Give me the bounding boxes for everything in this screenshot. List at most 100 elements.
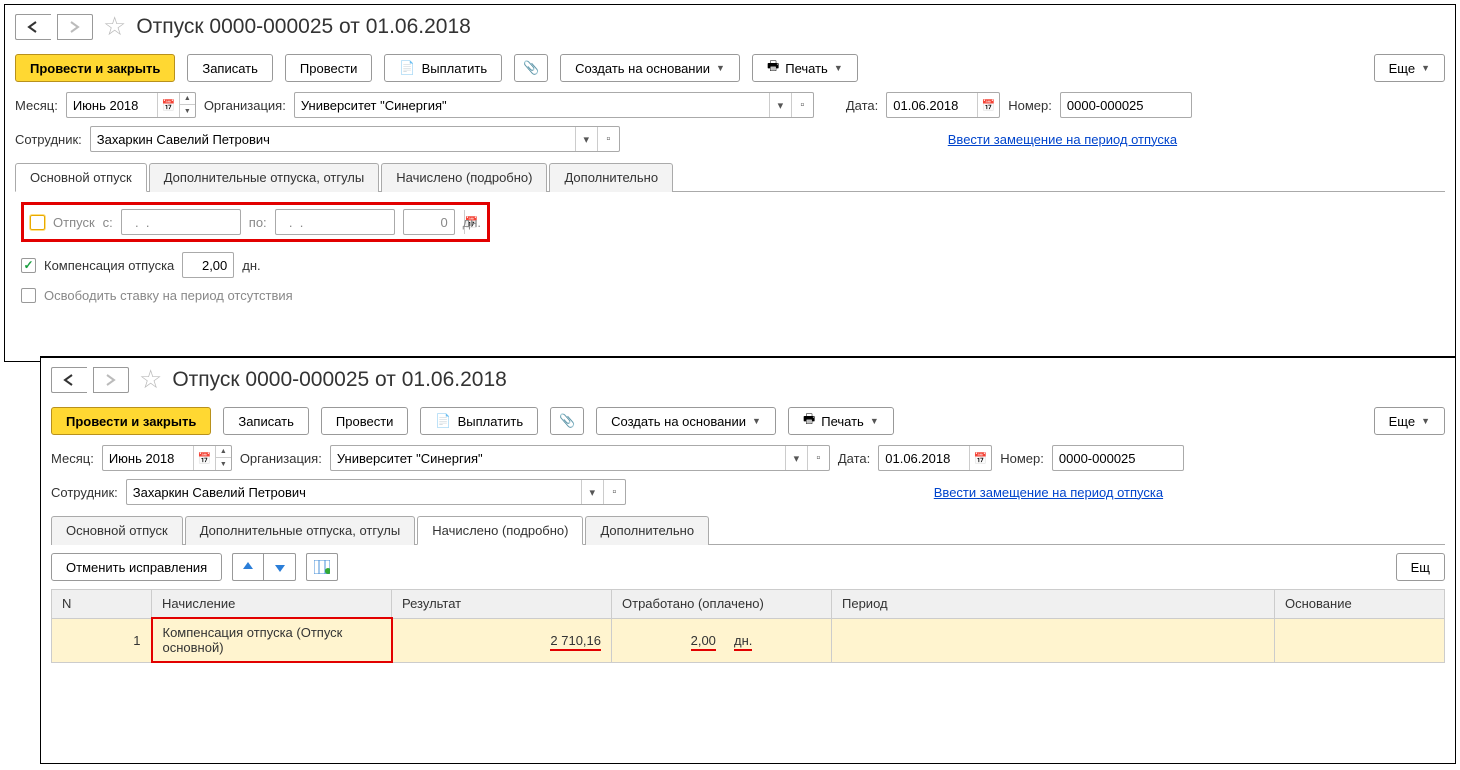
post-close-button[interactable]: Провести и закрыть — [51, 407, 211, 435]
move-down-button[interactable] — [264, 553, 296, 581]
org-label: Организация: — [204, 98, 286, 113]
document-icon: 📄 — [399, 60, 415, 76]
star-icon[interactable]: ☆ — [139, 364, 162, 395]
table-row[interactable]: 1 Компенсация отпуска (Отпуск основной) … — [52, 618, 1445, 662]
tab-main-vacation[interactable]: Основной отпуск — [51, 516, 183, 545]
spin-down-icon[interactable]: ▼ — [180, 105, 195, 117]
calendar-icon[interactable]: 📅 — [193, 446, 215, 470]
accrual-table: N Начисление Результат Отработано (оплач… — [51, 589, 1445, 663]
number-field[interactable] — [1052, 445, 1184, 471]
pay-button[interactable]: 📄Выплатить — [384, 54, 502, 82]
create-based-button[interactable]: Создать на основании▼ — [596, 407, 776, 435]
post-close-button[interactable]: Провести и закрыть — [15, 54, 175, 82]
back-button[interactable] — [51, 367, 87, 393]
tab-accrued[interactable]: Начислено (подробно) — [381, 163, 547, 192]
release-checkbox[interactable] — [21, 288, 36, 303]
calendar-icon[interactable]: 📅 — [157, 93, 179, 117]
print-button[interactable]: 🖶Печать▼ — [788, 407, 894, 435]
spin-up-icon[interactable]: ▲ — [216, 446, 231, 458]
month-label: Месяц: — [15, 98, 58, 113]
col-basis[interactable]: Основание — [1275, 590, 1445, 619]
tab-extra[interactable]: Дополнительно — [585, 516, 709, 545]
tab-accrued[interactable]: Начислено (подробно) — [417, 516, 583, 545]
print-button[interactable]: 🖶Печать▼ — [752, 54, 858, 82]
tab-additional[interactable]: Дополнительные отпуска, отгулы — [149, 163, 380, 192]
tab-additional[interactable]: Дополнительные отпуска, отгулы — [185, 516, 416, 545]
attach-button[interactable]: 📎 — [514, 54, 548, 82]
write-button[interactable]: Записать — [223, 407, 309, 435]
tab-main-vacation[interactable]: Основной отпуск — [15, 163, 147, 192]
calendar-icon[interactable]: 📅 — [969, 446, 991, 470]
attach-button[interactable]: 📎 — [550, 407, 584, 435]
paperclip-icon: 📎 — [523, 60, 539, 76]
number-field[interactable] — [1060, 92, 1192, 118]
month-label: Месяц: — [51, 451, 94, 466]
month-field[interactable]: 📅 ▲▼ — [102, 445, 232, 471]
cancel-fixes-button[interactable]: Отменить исправления — [51, 553, 222, 581]
employee-label: Сотрудник: — [15, 132, 82, 147]
org-field[interactable]: ▾ ▫ — [294, 92, 814, 118]
post-button[interactable]: Провести — [285, 54, 373, 82]
vacation-checkbox[interactable] — [30, 215, 45, 230]
org-field[interactable]: ▾ ▫ — [330, 445, 830, 471]
create-based-button[interactable]: Создать на основании▼ — [560, 54, 740, 82]
month-field[interactable]: 📅 ▲▼ — [66, 92, 196, 118]
date-label: Дата: — [838, 451, 870, 466]
pay-button[interactable]: 📄Выплатить — [420, 407, 538, 435]
compensation-label: Компенсация отпуска — [44, 258, 174, 273]
col-n[interactable]: N — [52, 590, 152, 619]
open-icon[interactable]: ▫ — [791, 93, 813, 117]
cell-result: 2 710,16 — [392, 618, 612, 662]
substitution-link[interactable]: Ввести замещение на период отпуска — [934, 485, 1163, 500]
days-field[interactable] — [403, 209, 455, 235]
release-label: Освободить ставку на период отсутствия — [44, 288, 293, 303]
dropdown-icon[interactable]: ▾ — [769, 93, 791, 117]
vacation-block-highlight: Отпуск с: 📅 по: 📅 дн. — [21, 202, 490, 242]
more-button[interactable]: Еще▼ — [1374, 54, 1445, 82]
col-worked[interactable]: Отработано (оплачено) — [612, 590, 832, 619]
vacation-label: Отпуск — [53, 215, 95, 230]
substitution-link[interactable]: Ввести замещение на период отпуска — [948, 132, 1177, 147]
cell-n: 1 — [52, 618, 152, 662]
cell-accrual: Компенсация отпуска (Отпуск основной) — [152, 618, 392, 662]
printer-icon: 🖶 — [803, 410, 815, 432]
col-result[interactable]: Результат — [392, 590, 612, 619]
more-button[interactable]: Еще▼ — [1374, 407, 1445, 435]
date-field[interactable]: 📅 — [886, 92, 1000, 118]
employee-field[interactable]: ▾ ▫ — [90, 126, 620, 152]
dropdown-icon[interactable]: ▾ — [785, 446, 807, 470]
col-period[interactable]: Период — [832, 590, 1275, 619]
write-button[interactable]: Записать — [187, 54, 273, 82]
post-button[interactable]: Провести — [321, 407, 409, 435]
move-up-button[interactable] — [232, 553, 264, 581]
number-label: Номер: — [1000, 451, 1044, 466]
page-title: Отпуск 0000-000025 от 01.06.2018 — [172, 368, 507, 392]
employee-field[interactable]: ▾ ▫ — [126, 479, 626, 505]
date-label: Дата: — [846, 98, 878, 113]
date-to-field[interactable]: 📅 — [275, 209, 395, 235]
forward-button[interactable] — [57, 14, 93, 40]
tab-extra[interactable]: Дополнительно — [549, 163, 673, 192]
compensation-days-field[interactable] — [182, 252, 234, 278]
dropdown-icon[interactable]: ▾ — [581, 480, 603, 504]
date-from-field[interactable]: 📅 — [121, 209, 241, 235]
more-button-2[interactable]: Ещ — [1396, 553, 1445, 581]
cell-period — [832, 618, 1275, 662]
columns-button[interactable] — [306, 553, 338, 581]
cell-basis — [1275, 618, 1445, 662]
org-label: Организация: — [240, 451, 322, 466]
date-field[interactable]: 📅 — [878, 445, 992, 471]
spin-down-icon[interactable]: ▼ — [216, 458, 231, 470]
open-icon[interactable]: ▫ — [597, 127, 619, 151]
spin-up-icon[interactable]: ▲ — [180, 93, 195, 105]
open-icon[interactable]: ▫ — [603, 480, 625, 504]
back-button[interactable] — [15, 14, 51, 40]
calendar-icon[interactable]: 📅 — [977, 93, 999, 117]
star-icon[interactable]: ☆ — [103, 11, 126, 42]
open-icon[interactable]: ▫ — [807, 446, 829, 470]
forward-button[interactable] — [93, 367, 129, 393]
compensation-checkbox[interactable]: ✓ — [21, 258, 36, 273]
col-accrual[interactable]: Начисление — [152, 590, 392, 619]
cell-worked: 2,00 дн. — [612, 618, 832, 662]
dropdown-icon[interactable]: ▾ — [575, 127, 597, 151]
